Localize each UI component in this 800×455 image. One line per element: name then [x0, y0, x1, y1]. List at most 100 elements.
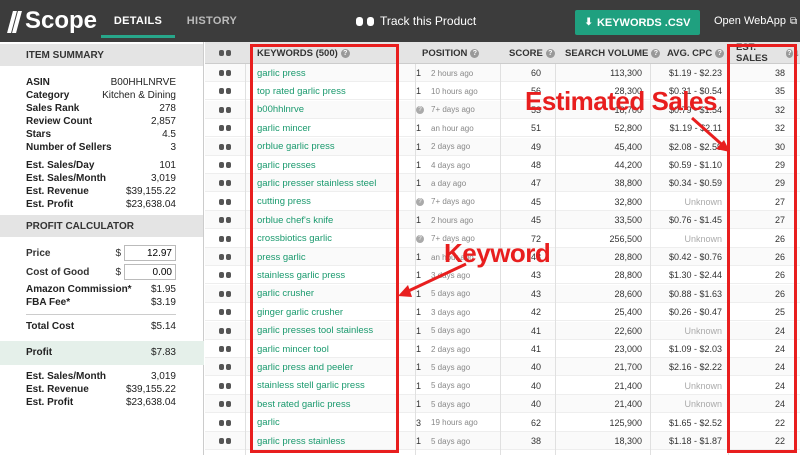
summary-value: 3,019: [150, 173, 176, 184]
search-volume-value: 22,600: [614, 325, 642, 336]
avg-cpc-value: $2.16 - $2.22: [668, 362, 722, 373]
score-value: 51: [530, 123, 541, 134]
open-webapp-label: Open WebApp: [714, 15, 786, 27]
bottom-summary-row: Est. Revenue $39,155.22: [26, 384, 176, 395]
search-volume-value: 21,400: [614, 399, 642, 410]
binoculars-icon: [219, 363, 231, 371]
avg-cpc-value: $1.18 - $1.87: [668, 436, 722, 446]
avg-cpc-value: $2.08 - $2.59: [668, 141, 722, 152]
row-binoculars-icon[interactable]: [219, 285, 231, 303]
summary-value: 4.5: [162, 129, 176, 140]
logo: Scope: [10, 6, 97, 36]
col-score[interactable]: SCORE?: [509, 42, 555, 64]
binoculars-icon: [219, 345, 231, 353]
keywords-csv-button[interactable]: ⬇ KEYWORDS .CSV: [575, 10, 700, 35]
position-value: 1: [416, 68, 422, 78]
row-binoculars-icon[interactable]: [219, 101, 231, 119]
avg-cpc-value: $0.34 - $0.59: [668, 178, 722, 189]
summary-label: Review Count: [26, 116, 93, 127]
row-binoculars-icon[interactable]: [219, 303, 231, 321]
row-binoculars-icon[interactable]: [219, 174, 231, 192]
column-separator: [245, 64, 246, 455]
avg-cpc-value: $1.30 - $2.44: [668, 270, 722, 281]
score-value: 41: [530, 325, 541, 336]
row-binoculars-icon[interactable]: [219, 230, 231, 248]
col-position[interactable]: POSITION?: [422, 42, 480, 64]
row-binoculars-icon[interactable]: [219, 248, 231, 266]
row-binoculars-icon[interactable]: [219, 414, 231, 432]
price-input[interactable]: [124, 245, 176, 261]
score-value: 40: [530, 380, 541, 391]
download-icon: ⬇: [584, 17, 593, 28]
score-value: 48: [530, 160, 541, 170]
row-binoculars-icon[interactable]: [219, 377, 231, 395]
row-binoculars-icon[interactable]: [219, 340, 231, 358]
binoculars-icon: [219, 216, 231, 224]
score-value: 45: [530, 215, 541, 226]
binoculars-icon: [219, 106, 231, 114]
tab-details[interactable]: DETAILS: [101, 0, 175, 42]
summary-value: 2,857: [150, 116, 176, 127]
row-binoculars-icon[interactable]: [219, 322, 231, 340]
row-binoculars-icon[interactable]: [219, 395, 231, 413]
position-value: 1: [416, 270, 422, 281]
position-value: 3: [416, 417, 422, 428]
summary-row: Est. Revenue $39,155.22: [26, 186, 176, 197]
score-value: 38: [530, 436, 541, 446]
help-icon: ?: [470, 48, 480, 58]
position-time: a day ago: [431, 178, 467, 188]
row-binoculars-icon[interactable]: [219, 358, 231, 376]
row-binoculars-icon[interactable]: [219, 266, 231, 284]
summary-label: Est. Revenue: [26, 186, 89, 197]
position-value: ?: [416, 101, 424, 119]
summary-label: Stars: [26, 129, 52, 140]
position-time: 2 hours ago: [431, 68, 474, 78]
row-binoculars-icon[interactable]: [219, 211, 231, 229]
position-value: 1: [416, 399, 422, 410]
score-value: 41: [530, 344, 541, 354]
fba-fee-row: FBA Fee* $3.19: [26, 297, 176, 308]
search-volume-value: 18,300: [614, 436, 642, 446]
binoculars-icon: [219, 437, 231, 445]
col-avg-cpc[interactable]: AVG. CPC?: [667, 42, 725, 64]
col-search-volume[interactable]: SEARCH VOLUME?: [565, 42, 661, 64]
bottom-summary-row: Est. Sales/Month 3,019: [26, 371, 176, 382]
position-value: ?: [416, 230, 424, 248]
track-product-button[interactable]: Track this Product: [356, 0, 476, 42]
row-binoculars-icon[interactable]: [219, 82, 231, 100]
summary-label: Est. Sales/Month: [26, 173, 107, 184]
row-binoculars-icon[interactable]: [219, 193, 231, 211]
column-separator: [650, 64, 651, 455]
price-row: Price $: [26, 245, 176, 261]
row-binoculars-icon[interactable]: [219, 138, 231, 156]
header-binoculars-icon: [219, 42, 231, 64]
cost-of-good-input[interactable]: [124, 264, 176, 280]
position-time: 5 days ago: [431, 436, 471, 446]
row-binoculars-icon[interactable]: [219, 156, 231, 174]
score-value: 49: [530, 141, 541, 152]
price-currency: $: [115, 247, 121, 259]
row-binoculars-icon[interactable]: [219, 432, 231, 450]
bottom-summary-label: Est. Sales/Month: [26, 371, 107, 382]
cost-of-good-label: Cost of Good: [26, 266, 90, 278]
row-binoculars-icon[interactable]: [219, 64, 231, 82]
search-volume-value: 25,400: [614, 307, 642, 318]
summary-row: Number of Sellers 3: [26, 142, 176, 153]
position-time: 4 days ago: [431, 160, 471, 170]
tab-history[interactable]: HISTORY: [184, 0, 240, 42]
help-icon: ?: [715, 48, 725, 58]
unknown-position-icon: ?: [416, 197, 424, 206]
open-webapp-link[interactable]: Open WebApp ⧉: [714, 0, 797, 42]
search-volume-value: 21,400: [614, 380, 642, 391]
annotation-keyword: Keyword: [444, 238, 551, 268]
position-value: 1: [416, 160, 422, 170]
position-time: 2 days ago: [431, 344, 471, 354]
position-time: 3 days ago: [431, 307, 471, 317]
position-time: 5 days ago: [431, 289, 471, 299]
avg-cpc-value: $0.59 - $1.10: [668, 160, 722, 170]
row-binoculars-icon[interactable]: [219, 119, 231, 137]
score-value: 45: [530, 196, 541, 207]
unknown-position-icon: ?: [416, 234, 424, 243]
position-time: 5 days ago: [431, 362, 471, 372]
position-value: 1: [416, 436, 422, 446]
